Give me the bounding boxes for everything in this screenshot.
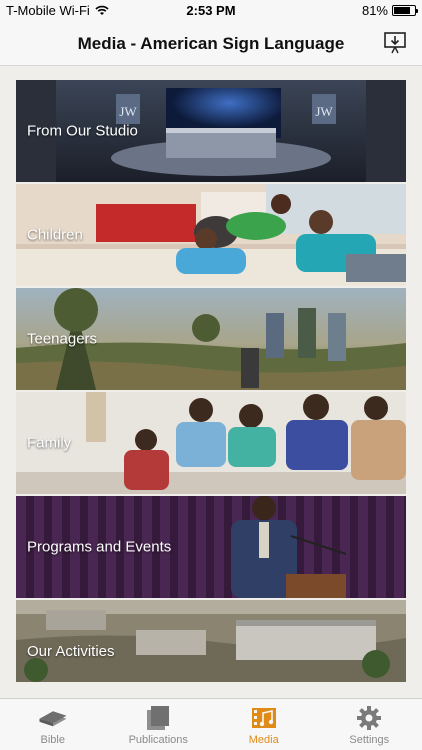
tile-children[interactable]: Children — [16, 184, 406, 286]
battery-fill — [394, 7, 411, 14]
tab-media[interactable]: Media — [211, 699, 317, 750]
tile-label: Teenagers — [27, 330, 98, 348]
media-icon — [251, 708, 276, 728]
tab-bible[interactable]: Bible — [0, 699, 106, 750]
battery-icon — [392, 5, 418, 16]
download-icon — [384, 32, 406, 54]
activities-image — [16, 600, 406, 682]
tile-our-activities[interactable]: Our Activities — [16, 600, 406, 682]
tab-settings[interactable]: Settings — [317, 699, 422, 750]
tile-programs-and-events[interactable]: Programs and Events — [16, 496, 406, 598]
tile-label: Children — [27, 226, 83, 244]
studio-sign-left: JW — [119, 104, 137, 119]
battery-percent: 81% — [361, 3, 388, 18]
tile-label: Our Activities — [27, 643, 115, 660]
gear-icon — [357, 706, 382, 730]
tile-label: Programs and Events — [27, 538, 172, 556]
status-time: 2:53 PM — [186, 3, 236, 18]
tile-teenagers[interactable]: Teenagers — [16, 288, 406, 390]
tile-label: From Our Studio — [27, 122, 138, 140]
nav-bar: Media - American Sign Language — [0, 22, 422, 66]
tile-label: Family — [27, 434, 72, 452]
tab-publications[interactable]: Publications — [106, 699, 212, 750]
tab-label: Bible — [40, 734, 65, 746]
book-icon — [39, 711, 67, 727]
download-button[interactable] — [382, 30, 408, 56]
tab-bar: Bible Publications Media Settings — [0, 698, 422, 750]
publications-icon — [147, 706, 170, 730]
tile-from-our-studio[interactable]: JW JW From Our Studio — [16, 80, 406, 182]
tile-family[interactable]: Family — [16, 392, 406, 494]
tab-label: Settings — [349, 734, 390, 746]
status-bar: T-Mobile Wi-Fi 2:53 PM 81% — [0, 0, 422, 22]
media-category-list: JW JW From Our Studio Children Teenagers… — [16, 80, 406, 684]
family-image — [16, 392, 406, 494]
page-title: Media - American Sign Language — [77, 33, 345, 53]
tab-label: Media — [248, 734, 279, 746]
studio-sign-right: JW — [315, 104, 333, 119]
tab-label: Publications — [128, 734, 188, 746]
